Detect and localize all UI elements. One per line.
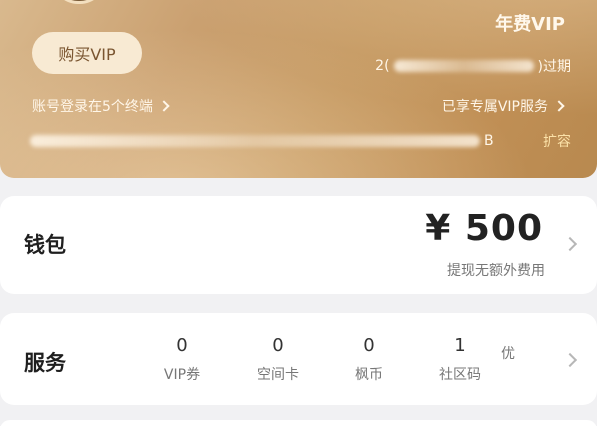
vip-tier-label: 年费VIP <box>495 14 565 35</box>
wallet-amount: ¥ 500 <box>425 208 543 249</box>
service-item-coins[interactable]: 0 枫币 <box>329 335 409 384</box>
login-devices-link[interactable]: 账号登录在5个终端 <box>32 96 170 116</box>
storage-row: B 扩容 <box>30 131 571 151</box>
chevron-right-icon <box>562 236 578 252</box>
service-item-vip-coupon[interactable]: 0 VIP券 <box>142 335 222 384</box>
login-devices-label: 账号登录在5个终端 <box>32 99 153 115</box>
vip-service-label: 已享专属VIP服务 <box>441 99 548 115</box>
chevron-right-icon <box>553 100 565 112</box>
service-item-discount[interactable]: 优 <box>488 335 528 363</box>
service-label: VIP券 <box>163 367 201 383</box>
service-item-space-card[interactable]: 0 空间卡 <box>238 335 318 384</box>
storage-usage: B <box>30 133 494 149</box>
service-count: 0 <box>363 335 375 356</box>
buy-vip-button[interactable]: 购买VIP <box>32 32 142 74</box>
chevron-right-icon <box>158 100 170 112</box>
next-card <box>0 420 597 426</box>
vip-expiry: 2( )过期 <box>375 56 571 76</box>
services-card: 服务 0 VIP券 0 空间卡 0 枫币 1 社区码 优 <box>0 313 597 405</box>
service-count: 0 <box>176 335 188 356</box>
wallet-card[interactable]: 钱包 ¥ 500 提现无额外费用 <box>0 196 597 294</box>
service-label: 社区码 <box>439 367 481 383</box>
chevron-right-icon[interactable] <box>562 352 578 368</box>
vip-service-link[interactable]: 已享专属VIP服务 <box>441 96 565 116</box>
expiry-suffix: )过期 <box>537 59 571 75</box>
wallet-note: 提现无额外费用 <box>447 263 545 279</box>
expiry-prefix: 2( <box>375 58 390 74</box>
services-list: 0 VIP券 0 空间卡 0 枫币 1 社区码 优 <box>140 335 553 391</box>
service-label: 枫币 <box>355 367 383 383</box>
service-count: 0 <box>272 335 284 356</box>
storage-unit: B <box>484 133 494 149</box>
redacted-date <box>393 60 534 72</box>
service-label: 优 <box>501 346 515 362</box>
redacted-storage <box>30 135 480 147</box>
service-label: 空间卡 <box>257 367 299 383</box>
vip-card: 年费VIP 购买VIP 2( )过期 账号登录在5个终端 已享专属VIP服务 B… <box>0 0 597 178</box>
avatar[interactable] <box>52 0 106 4</box>
expand-storage-link[interactable]: 扩容 <box>543 131 571 151</box>
services-title: 服务 <box>24 351 66 375</box>
wallet-title: 钱包 <box>24 233 66 257</box>
